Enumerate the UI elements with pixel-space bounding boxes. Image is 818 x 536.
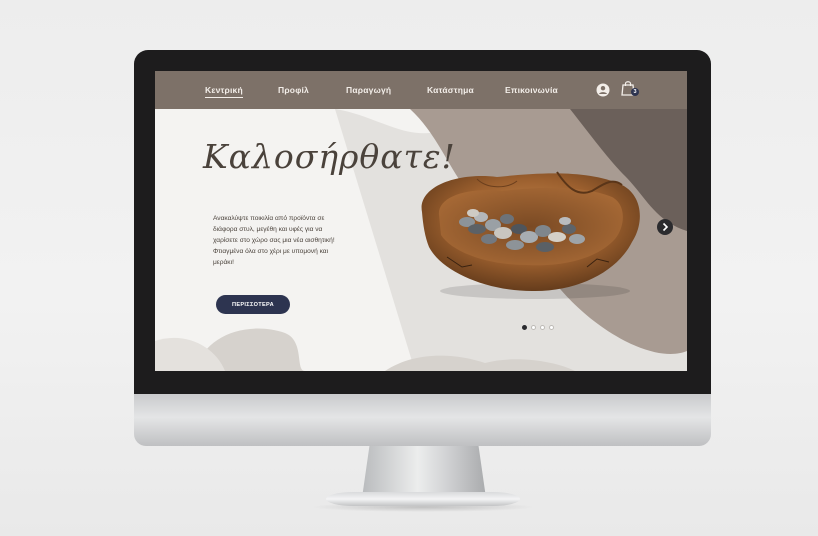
nav-item-profile[interactable]: Προφίλ xyxy=(278,85,309,95)
nav-item-contact[interactable]: Επικοινωνία xyxy=(505,85,558,95)
carousel-dot[interactable] xyxy=(531,325,536,330)
chevron-right-icon xyxy=(662,222,669,232)
nav-item-store[interactable]: Κατάστημα xyxy=(427,85,474,95)
more-button[interactable]: ΠΕΡΙΣΣΟΤΕΡΑ xyxy=(216,295,290,314)
nav-item-production[interactable]: Παραγωγή xyxy=(346,85,391,95)
nav-item-home[interactable]: Κεντρική xyxy=(205,85,243,98)
carousel-next-button[interactable] xyxy=(657,219,673,235)
monitor-stand-base xyxy=(326,492,520,506)
monitor-stand-neck xyxy=(362,446,486,498)
user-circle-icon[interactable] xyxy=(596,83,610,97)
top-navigation: Κεντρική Προφίλ Παραγωγή Κατάστημα Επικο… xyxy=(155,71,687,109)
carousel-dot[interactable] xyxy=(549,325,554,330)
monitor-chin xyxy=(134,394,711,446)
website-screen: Κεντρική Προφίλ Παραγωγή Κατάστημα Επικο… xyxy=(155,71,687,371)
carousel-dot[interactable] xyxy=(540,325,545,330)
wooden-bowl-image xyxy=(421,171,640,299)
carousel-dot[interactable] xyxy=(522,325,527,330)
hero-description: Ανακαλύψτε ποικιλία από προϊόντα σε διάφ… xyxy=(213,215,335,266)
cart-count-badge: 3 xyxy=(631,88,639,96)
